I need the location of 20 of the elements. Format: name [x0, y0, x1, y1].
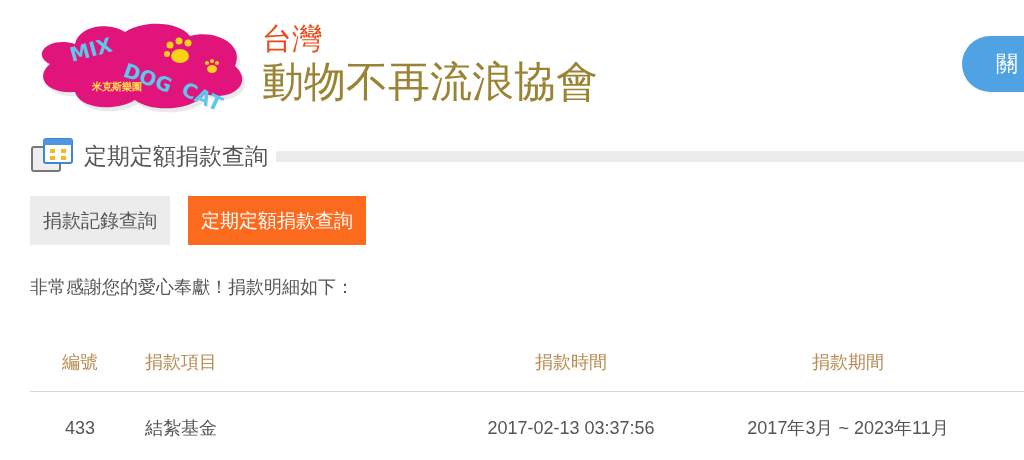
column-header: 捐款項目	[144, 351, 218, 374]
table-cell-text: 結紮基金	[144, 417, 218, 440]
thank-you-message: 非常感謝您的愛心奉獻！捐款明細如下：	[30, 275, 355, 299]
paw-icon	[164, 37, 192, 63]
menu-button[interactable]: 關	[962, 36, 1024, 92]
paw-icon	[205, 59, 219, 73]
section-title: 定期定額捐款查詢	[84, 141, 268, 171]
column-header: 編號	[61, 351, 99, 374]
logo-text: MIX	[67, 32, 115, 67]
tab[interactable]: 定期定額捐款查詢	[188, 196, 366, 245]
tab[interactable]: 捐款記錄查詢	[30, 196, 170, 245]
column-header: 捐款期間	[811, 351, 885, 374]
table-cell-text: 2017年3月 ~ 2023年11月	[746, 417, 950, 440]
column-header: 捐款時間	[534, 351, 608, 374]
window-icon	[30, 137, 74, 175]
org-name: 動物不再流浪協會	[262, 57, 598, 107]
table-cell-text: 433	[63, 417, 96, 439]
logo-text: CAT	[177, 76, 227, 114]
table-cell-text: 2017-02-13 03:37:56	[486, 417, 656, 439]
org-region: 台灣	[262, 21, 323, 57]
